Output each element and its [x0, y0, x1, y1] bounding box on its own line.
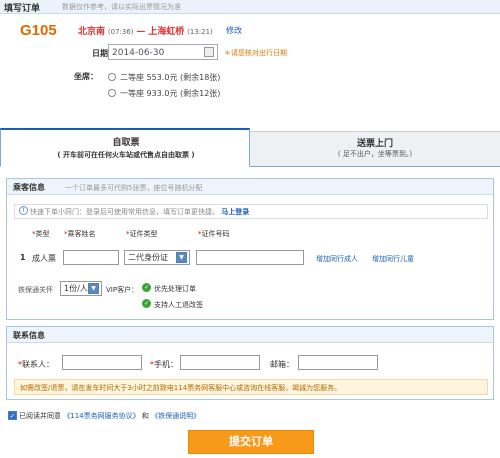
seat-option-remaining: (剩余12张) [180, 89, 221, 98]
seat-radio-first[interactable] [108, 89, 116, 97]
modify-link[interactable]: 修改 [226, 25, 242, 36]
seat-option-label: 二等座 553.0元 [120, 73, 178, 82]
tab-title: 自取票 [112, 138, 140, 148]
contact-phone-label: *手机： [150, 359, 178, 370]
contact-name-text: 联系人： [22, 360, 54, 369]
route-info: 北京南 (07:36) — 上海虹桥 (13:21) [78, 24, 213, 37]
row-index: 1 [20, 253, 26, 262]
passenger-title: 乘客信息 [13, 183, 45, 192]
vip-label: VIP客户： [106, 286, 139, 294]
tab-self-pickup[interactable]: 自取票 ( 开车前可在任何火车站或代售点自由取票 ) [0, 128, 250, 167]
id-type-value: 二代身份证 [128, 253, 168, 262]
refund-notice: 如需改签/退票，请在发车时间大于3小时之前致电114票务网客服中心或咨询在线客服… [20, 384, 342, 392]
date-note: ＊请您核对出行日期 [224, 49, 287, 57]
col-type: *类型 [32, 229, 50, 239]
ticket-type: 成人票 [32, 254, 56, 263]
route-separator: — [136, 27, 146, 37]
vip-item: 优先处理订单 [154, 285, 196, 293]
train-number: G105 [20, 22, 57, 39]
chevron-down-icon[interactable]: ▼ [176, 252, 187, 263]
seat-option-second: 二等座 553.0元 (剩余18张) [120, 72, 220, 83]
tab-title: 送票上门 [356, 139, 393, 149]
add-adult-link[interactable]: 增加同行成人 [316, 254, 358, 264]
info-icon: ! [19, 206, 28, 215]
from-station: 北京南 [78, 27, 106, 37]
agreement-prefix: 已阅读并同意 [19, 412, 61, 420]
contact-email-label: 邮箱： [270, 360, 294, 369]
col-id-number: *证件号码 [198, 229, 230, 239]
col-name-label: 乘客姓名 [67, 230, 96, 238]
contact-name-label: *联系人： [18, 359, 54, 370]
contact-phone-input[interactable] [180, 355, 260, 370]
col-id-type: *证件类型 [126, 229, 158, 239]
chevron-down-icon[interactable]: ▼ [88, 283, 99, 294]
check-icon: ✓ [142, 299, 151, 308]
login-link[interactable]: 马上登录 [221, 208, 249, 216]
insurance-label: 铁保通关怀 [18, 286, 53, 294]
col-id-type-label: 证件类型 [129, 230, 158, 238]
col-type-label: 类型 [35, 230, 50, 238]
tab-subtitle: ( 足不出户，坐等票到。) [337, 150, 413, 158]
page-title: 填写订单 [4, 4, 41, 14]
passenger-panel: 乘客信息 一个订单最多可代购5张票，座位号随机分配 [6, 178, 494, 320]
contact-name-input[interactable] [62, 355, 142, 370]
passenger-subtitle: 一个订单最多可代购5张票，座位号随机分配 [65, 184, 203, 192]
submit-order-button[interactable]: 提交订单 [188, 430, 314, 454]
insurance-value: 1份/人 [64, 284, 88, 293]
login-tip-text: 快速下单小窍门：登录后可使用常用信息，填写订单更快捷。 [30, 208, 219, 216]
contact-email-input[interactable] [298, 355, 378, 370]
tab-subtitle: ( 开车前可在任何火车站或代售点自由取票 ) [57, 151, 195, 159]
contact-title: 联系信息 [13, 331, 45, 340]
id-number-input[interactable] [196, 250, 304, 265]
col-id-number-label: 证件号码 [201, 230, 230, 238]
col-name: *乘客姓名 [64, 229, 96, 239]
seat-option-remaining: (剩余18张) [180, 73, 221, 82]
seat-label: 坐席： [74, 72, 98, 81]
login-tip: 快速下单小窍门：登录后可使用常用信息，填写订单更快捷。 马上登录 [30, 207, 249, 217]
check-icon: ✓ [142, 283, 151, 292]
header-hint: 数据仅作参考，请以实际出票情况为准 [62, 3, 181, 11]
agreement-and: 和 [141, 412, 149, 420]
page-header: 填写订单 数据仅作参考，请以实际出票情况为准 [0, 0, 500, 14]
tab-delivery[interactable]: 送票上门 ( 足不出户，坐等票到。) [250, 131, 500, 166]
agree-checkbox[interactable]: ✓ [8, 411, 17, 420]
contact-panel-header: 联系信息 [7, 327, 493, 343]
to-time: (13:21) [187, 28, 213, 36]
to-station: 上海虹桥 [148, 27, 185, 37]
agreement: 已阅读并同意 《114票务网服务协议》 和 《铁保通说明》 [19, 411, 200, 421]
contact-phone-text: 手机： [154, 360, 178, 369]
passenger-panel-header: 乘客信息 一个订单最多可代购5张票，座位号随机分配 [7, 179, 493, 195]
seat-option-first: 一等座 933.0元 (剩余12张) [120, 88, 220, 99]
insurance-doc-link[interactable]: 《铁保通说明》 [151, 412, 200, 420]
service-agreement-link[interactable]: 《114票务网服务协议》 [63, 412, 139, 420]
from-time: (07:36) [107, 28, 134, 36]
date-value: 2014-06-30 [112, 48, 165, 58]
add-child-link[interactable]: 增加同行儿童 [372, 254, 414, 264]
seat-radio-second[interactable] [108, 73, 116, 81]
seat-option-label: 一等座 933.0元 [120, 89, 178, 98]
calendar-icon[interactable] [204, 47, 214, 57]
passenger-name-input[interactable] [63, 250, 119, 265]
vip-item: 支持人工退改签 [154, 301, 203, 309]
